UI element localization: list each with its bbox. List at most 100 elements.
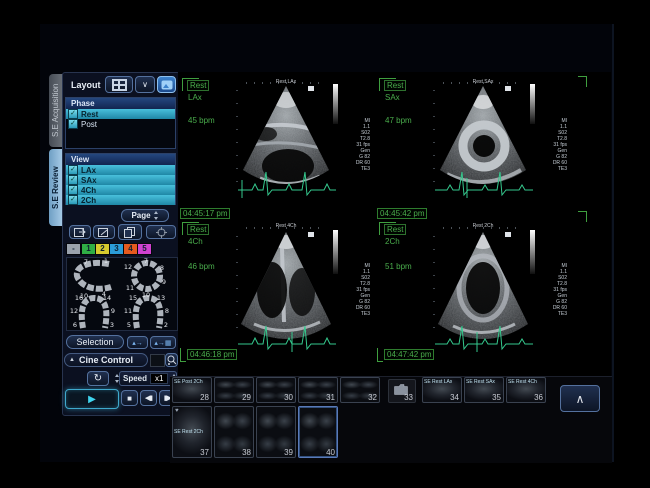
send-to-clipboard-button[interactable]: ▴→ bbox=[127, 336, 148, 349]
tab-se-review[interactable]: S.E Review bbox=[49, 149, 63, 226]
view-item-2ch[interactable]: ✓ 2Ch bbox=[66, 195, 175, 205]
svg-text:2: 2 bbox=[164, 321, 168, 329]
view-label: 4Ch bbox=[188, 237, 203, 246]
thumbnail-label: SE Rest 4Ch bbox=[508, 379, 537, 385]
thumbnail-29[interactable]: 29 bbox=[214, 377, 254, 403]
magnifier-plus-icon bbox=[167, 355, 177, 365]
thumbnail-number: 32 bbox=[368, 393, 377, 402]
page-spinner[interactable] bbox=[154, 211, 159, 220]
checkbox-checked-icon[interactable]: ✓ bbox=[68, 119, 78, 129]
thumbnail-number: 28 bbox=[200, 393, 209, 402]
display-capture-button[interactable] bbox=[157, 76, 176, 93]
phase-label: Rest bbox=[384, 224, 406, 235]
thumbnail-33-folder[interactable]: 33 bbox=[388, 379, 416, 403]
thumbnail-36[interactable]: SE Rest 4Ch 36 bbox=[506, 377, 546, 403]
thumbnail-34[interactable]: SE Rest LAx 34 bbox=[422, 377, 462, 403]
control-panel: Layout ∨ Phase ✓ Rest ✓ Post bbox=[62, 72, 180, 416]
speed-control[interactable]: Speed x1 bbox=[119, 371, 177, 386]
checkbox-checked-icon[interactable]: ✓ bbox=[68, 195, 78, 205]
thumbnail-37[interactable]: ♥ SE Rest 2Ch 37 bbox=[172, 406, 212, 458]
svg-text:10: 10 bbox=[142, 291, 150, 299]
thumbnail-number: 35 bbox=[492, 393, 501, 402]
phase-item-label: Post bbox=[81, 120, 97, 129]
checkbox-checked-icon[interactable]: ✓ bbox=[68, 109, 78, 119]
image-title: Rest 2Ch bbox=[427, 223, 539, 229]
view-item-lax[interactable]: ✓ LAx bbox=[66, 165, 175, 175]
selection-button[interactable]: Selection bbox=[66, 335, 124, 349]
quadrant-corner-icon bbox=[578, 76, 587, 87]
heart-rate-label: 45 bpm bbox=[188, 116, 215, 125]
svg-text:9: 9 bbox=[111, 307, 115, 315]
loop-mode-button[interactable]: ↻ bbox=[87, 371, 109, 386]
send-and-delete-button[interactable]: ▴→▦ bbox=[150, 336, 176, 349]
view-item-4ch[interactable]: ✓ 4Ch bbox=[66, 185, 175, 195]
score-chip-1[interactable]: 1 bbox=[81, 243, 96, 255]
speed-value: x1 bbox=[150, 373, 168, 384]
play-button[interactable]: ▶ bbox=[65, 389, 119, 409]
segment-diagrams[interactable]: 71104 789101112 161412963 151311852 bbox=[66, 257, 178, 331]
phase-item-post[interactable]: ✓ Post bbox=[66, 119, 175, 129]
grayscale-bar bbox=[333, 84, 338, 124]
thumbnail-32[interactable]: 32 bbox=[340, 377, 380, 403]
step-back-icon: ◀▮ bbox=[145, 394, 152, 402]
phase-header: Phase bbox=[66, 98, 175, 109]
imaging-parameters: MI1.1S02T2.831 fpsGenG 82DR 60TE3 bbox=[344, 263, 370, 317]
grayscale-bar bbox=[530, 84, 535, 124]
quadrant-rest-sax[interactable]: Rest SAx 47 bpm bbox=[375, 72, 611, 207]
clip-end-time: 04:46:18 pm bbox=[187, 349, 237, 360]
image-export-icon bbox=[98, 228, 110, 237]
thumbnail-filmstrip: SE Post 2Ch 28 29 30 31 32 33 SE Rest LA… bbox=[170, 376, 612, 463]
report-pages-button[interactable] bbox=[118, 224, 142, 240]
quadrant-rest-lax[interactable]: Rest LAx 45 bpm bbox=[178, 72, 375, 207]
ultrasound-image-rest-2ch[interactable]: Rest 2Ch bbox=[427, 222, 539, 356]
thumbnail-35[interactable]: SE Rest SAx 35 bbox=[464, 377, 504, 403]
checkbox-checked-icon[interactable]: ✓ bbox=[68, 165, 78, 175]
view-item-sax[interactable]: ✓ SAx bbox=[66, 175, 175, 185]
tab-se-acquisition[interactable]: S.E Acquisition bbox=[49, 74, 63, 147]
heart-rate-label: 47 bpm bbox=[385, 116, 412, 125]
checkbox-checked-icon[interactable]: ✓ bbox=[68, 185, 78, 195]
score-chip-5[interactable]: 5 bbox=[137, 243, 152, 255]
target-button[interactable] bbox=[146, 225, 176, 239]
export-image-button[interactable] bbox=[69, 225, 91, 239]
svg-text:12: 12 bbox=[124, 263, 132, 271]
svg-text:7: 7 bbox=[84, 258, 88, 266]
thumbnail-number: 33 bbox=[404, 393, 413, 402]
score-chip-3[interactable]: 3 bbox=[109, 243, 124, 255]
ultrasound-image-rest-lax[interactable]: Rest LAx bbox=[230, 78, 342, 202]
step-back-button[interactable]: ◀▮ bbox=[140, 390, 157, 406]
ultrasound-image-rest-4ch[interactable]: Rest 4Ch bbox=[230, 222, 342, 356]
layout-dropdown-button[interactable]: ∨ bbox=[135, 76, 155, 93]
layout-grid-button[interactable] bbox=[105, 76, 133, 93]
thumbnail-number: 30 bbox=[284, 393, 293, 402]
export-image-alt-button[interactable] bbox=[93, 225, 115, 239]
score-chip-4[interactable]: 4 bbox=[123, 243, 138, 255]
thumbnail-39[interactable]: 39 bbox=[256, 406, 296, 458]
score-chip-2[interactable]: 2 bbox=[95, 243, 110, 255]
thumbnail-label: SE Rest LAx bbox=[424, 379, 452, 385]
imaging-parameters: MI1.1S02T2.831 fpsGenG 82DR 60TE3 bbox=[541, 118, 567, 172]
thumbnail-40[interactable]: 40 bbox=[298, 406, 338, 458]
focus-marker-icon bbox=[505, 232, 511, 237]
zoom-tool-button[interactable] bbox=[165, 353, 178, 367]
quadrant-rest-4ch[interactable]: 04:45:17 pm Rest 4Ch 46 bpm bbox=[178, 207, 375, 376]
filmstrip-collapse-button[interactable]: ∧ bbox=[560, 385, 600, 412]
export-delete-icon: ▴→▦ bbox=[154, 339, 171, 347]
svg-text:7: 7 bbox=[144, 257, 148, 265]
ultrasound-image-rest-sax[interactable]: Rest SAx bbox=[427, 78, 539, 202]
clip-start-time: 04:45:17 pm bbox=[180, 208, 230, 219]
quadrant-rest-2ch[interactable]: 04:45:42 pm Rest 2Ch 51 bpm bbox=[375, 207, 611, 376]
cine-control-header[interactable]: ▲ Cine Control bbox=[64, 353, 148, 367]
thumbnail-38[interactable]: 38 bbox=[214, 406, 254, 458]
checkbox-checked-icon[interactable]: ✓ bbox=[68, 175, 78, 185]
svg-text:15: 15 bbox=[129, 294, 137, 302]
score-chip-none[interactable]: - bbox=[66, 243, 81, 255]
svg-text:9: 9 bbox=[162, 278, 166, 286]
thumbnail-30[interactable]: 30 bbox=[256, 377, 296, 403]
stop-button[interactable]: ■ bbox=[121, 390, 138, 406]
page-button[interactable]: Page bbox=[121, 209, 169, 222]
svg-text:5: 5 bbox=[127, 321, 131, 329]
thumbnail-28[interactable]: SE Post 2Ch 28 bbox=[172, 377, 212, 403]
thumbnail-31[interactable]: 31 bbox=[298, 377, 338, 403]
phase-item-rest[interactable]: ✓ Rest bbox=[66, 109, 175, 119]
